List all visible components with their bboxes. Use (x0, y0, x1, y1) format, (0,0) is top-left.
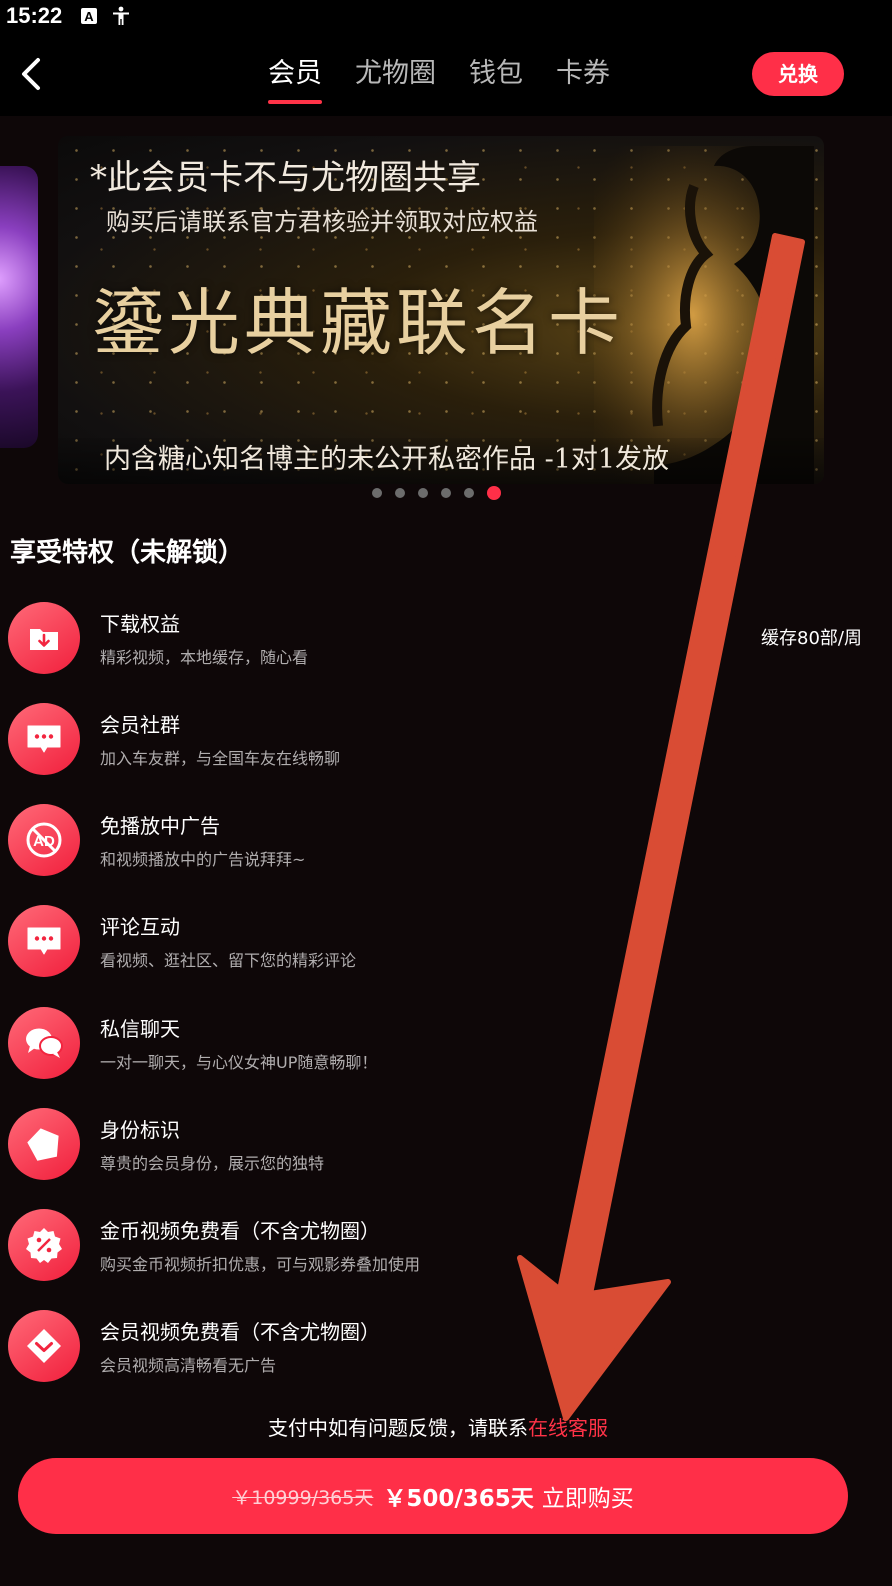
no-ads-icon: AD (8, 804, 80, 876)
privilege-title: 免播放中广告 (100, 814, 220, 838)
privilege-title: 身份标识 (100, 1118, 180, 1142)
privilege-subtitle: 和视频播放中的广告说拜拜~ (100, 850, 306, 869)
status-time: 15:22 (6, 3, 63, 28)
carousel-dot[interactable] (418, 488, 428, 498)
privilege-subtitle: 购买金币视频折扣优惠，可与观影券叠加使用 (100, 1255, 421, 1274)
tab-bar: 会员 尤物圈 钱包 卡券 (268, 54, 643, 104)
payment-help-text: 支付中如有问题反馈，请联系 (268, 1416, 528, 1440)
tab-coupons[interactable]: 卡券 (556, 54, 610, 104)
banner-carousel[interactable]: *此会员卡不与尤物圈共享 购买后请联系官方君核验并领取对应权益 鎏光典藏联名卡 … (0, 136, 892, 500)
svg-text:AD: AD (33, 833, 55, 850)
carousel-dot-active[interactable] (487, 486, 501, 500)
download-quota: 缓存80部/周 (761, 628, 862, 649)
banner-caption: 内含糖心知名博主的未公开私密作品 -1对1发放 (58, 438, 824, 484)
tab-membership[interactable]: 会员 (268, 54, 322, 104)
keyboard-a-icon: A (80, 7, 98, 25)
privilege-title: 会员视频免费看（不含尤物圈） (100, 1320, 380, 1344)
status-bar: 15:22 A (0, 0, 892, 32)
online-support-link[interactable]: 在线客服 (528, 1416, 608, 1440)
privilege-title: 私信聊天 (100, 1017, 180, 1041)
carousel-indicator (372, 486, 514, 500)
carousel-dot[interactable] (372, 488, 382, 498)
privilege-title: 金币视频免费看（不含尤物圈） (100, 1219, 380, 1243)
chevron-left-icon (22, 58, 40, 90)
privilege-coin-videos[interactable]: 金币视频免费看（不含尤物圈） 购买金币视频折扣优惠，可与观影券叠加使用 (8, 1205, 868, 1285)
back-button[interactable] (14, 52, 54, 96)
discount-coin-icon (8, 1209, 80, 1281)
chat-bubble-icon (8, 703, 80, 775)
payment-help: 支付中如有问题反馈，请联系在线客服 (268, 1412, 608, 1441)
privilege-download[interactable]: 下载权益 精彩视频，本地缓存，随心看 缓存80部/周 (8, 598, 868, 678)
svg-text:A: A (85, 9, 95, 24)
banner-silhouette-image (594, 146, 814, 484)
redeem-button[interactable]: 兑换 (752, 52, 844, 96)
privilege-subtitle: 看视频、逛社区、留下您的精彩评论 (100, 951, 357, 970)
privilege-subtitle: 一对一聊天，与心仪女神UP随意畅聊！ (100, 1053, 378, 1072)
privileges-title: 享受特权（未解锁） (10, 538, 245, 568)
accessibility-icon (112, 6, 130, 25)
download-folder-icon (8, 602, 80, 674)
comment-icon (8, 905, 80, 977)
banner-instruction: 购买后请联系官方君核验并领取对应权益 (106, 208, 538, 236)
privilege-subtitle: 精彩视频，本地缓存，随心看 (100, 648, 309, 667)
privilege-title: 评论互动 (100, 915, 180, 939)
previous-banner-card[interactable] (0, 166, 38, 448)
carousel-dot[interactable] (464, 488, 474, 498)
top-nav: 会员 尤物圈 钱包 卡券 兑换 (0, 32, 892, 116)
privilege-member-group[interactable]: 会员社群 加入车友群，与全国车友在线畅聊 (8, 699, 868, 779)
privilege-no-ads[interactable]: AD 免播放中广告 和视频播放中的广告说拜拜~ (8, 800, 868, 880)
privilege-private-message[interactable]: 私信聊天 一对一聊天，与心仪女神UP随意畅聊！ (8, 1003, 868, 1083)
carousel-dot[interactable] (395, 488, 405, 498)
private-chat-icon (8, 1007, 80, 1079)
tab-youwu-circle[interactable]: 尤物圈 (355, 54, 436, 104)
banner-notice: *此会员卡不与尤物圈共享 (90, 158, 481, 198)
buy-now-label: 立即购买 (541, 1486, 634, 1512)
membership-card-banner[interactable]: *此会员卡不与尤物圈共享 购买后请联系官方君核验并领取对应权益 鎏光典藏联名卡 … (58, 136, 824, 484)
privilege-vip-videos[interactable]: 会员视频免费看（不含尤物圈） 会员视频高清畅看无广告 (8, 1306, 868, 1386)
privilege-subtitle: 加入车友群，与全国车友在线畅聊 (100, 749, 341, 768)
bottom-edge (0, 1558, 892, 1586)
buy-now-button[interactable]: ￥10999/365天 ￥500/365天 立即购买 (18, 1458, 848, 1534)
privilege-comments[interactable]: 评论互动 看视频、逛社区、留下您的精彩评论 (8, 901, 868, 981)
carousel-dot[interactable] (441, 488, 451, 498)
original-price: ￥10999/365天 (232, 1486, 374, 1509)
privilege-title: 会员社群 (100, 713, 180, 737)
privilege-title: 下载权益 (100, 612, 180, 636)
privilege-identity[interactable]: 身份标识 尊贵的会员身份，展示您的独特 (8, 1104, 868, 1184)
privilege-subtitle: 会员视频高清畅看无广告 (100, 1356, 277, 1375)
vip-diamond-icon (8, 1310, 80, 1382)
privilege-subtitle: 尊贵的会员身份，展示您的独特 (100, 1154, 325, 1173)
banner-card-name: 鎏光典藏联名卡 (92, 281, 625, 365)
tab-wallet[interactable]: 钱包 (469, 54, 523, 104)
identity-badge-icon (8, 1108, 80, 1180)
sale-price: ￥500/365天 (383, 1486, 534, 1512)
